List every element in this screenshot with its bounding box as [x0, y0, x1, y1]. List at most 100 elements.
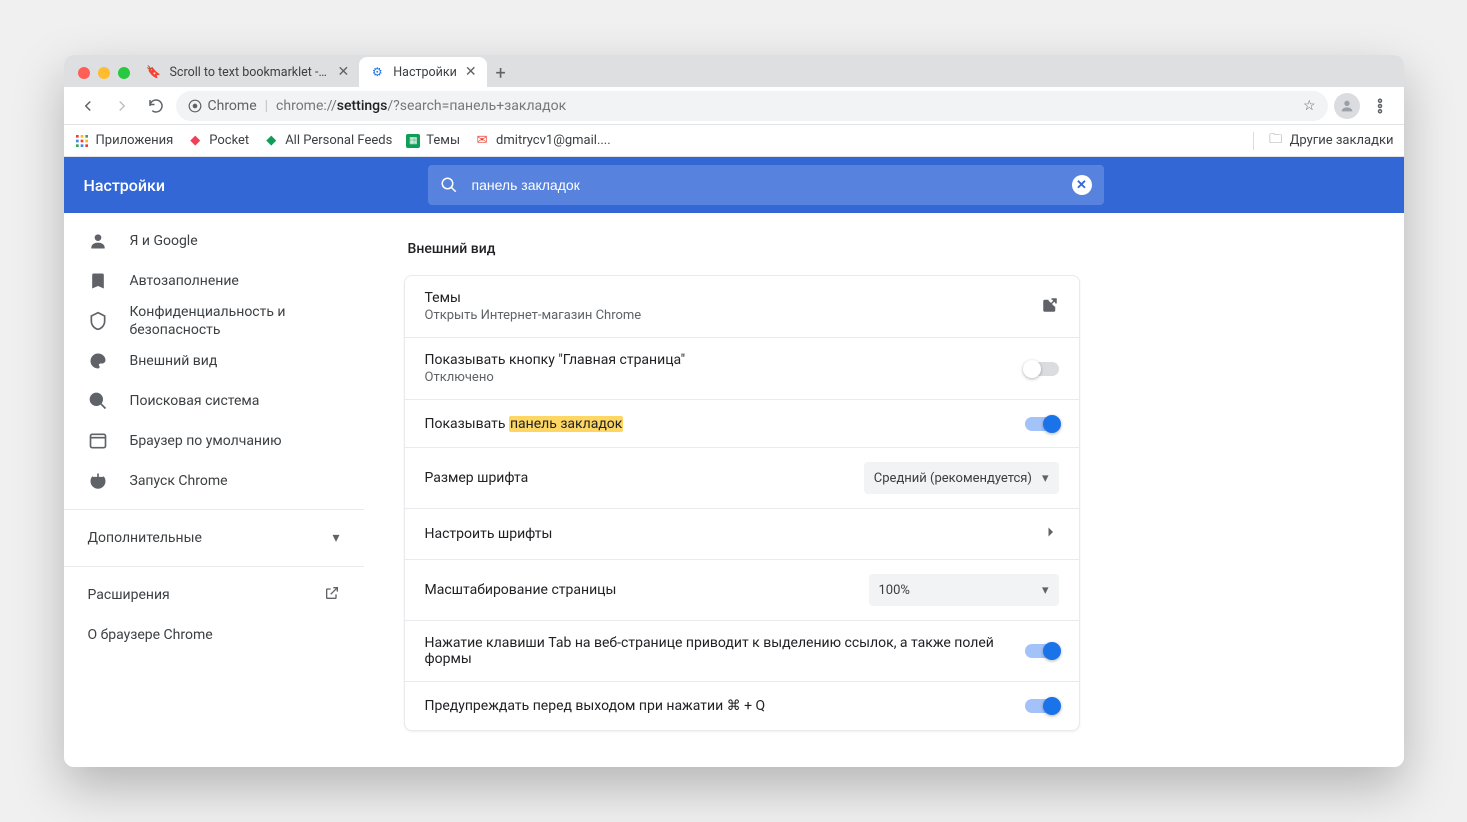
row-title: Предупреждать перед выходом при нажатии … — [425, 698, 1009, 714]
bookmark-label: Приложения — [96, 133, 174, 148]
palette-icon — [88, 351, 108, 371]
sidebar-item-search[interactable]: Поисковая система — [64, 381, 364, 421]
settings-header: Настройки ✕ — [64, 157, 1404, 213]
person-icon — [88, 231, 108, 251]
warn-quit-toggle[interactable] — [1025, 699, 1059, 713]
pocket-icon: ◆ — [187, 133, 203, 149]
sidebar-label: Внешний вид — [130, 353, 218, 369]
sidebar-extensions[interactable]: Расширения — [64, 575, 364, 615]
row-title: Размер шрифта — [425, 470, 848, 486]
sidebar-item-autofill[interactable]: Автозаполнение — [64, 261, 364, 301]
close-window-button[interactable] — [78, 67, 90, 79]
row-title: Масштабирование страницы — [425, 582, 853, 598]
chevron-down-icon: ▾ — [1042, 583, 1049, 598]
power-icon — [88, 471, 108, 491]
row-bookmarks-bar: Показывать панель закладок — [405, 400, 1079, 448]
bookmarks-bar-toggle[interactable] — [1025, 417, 1059, 431]
bookmark-pocket[interactable]: ◆Pocket — [187, 133, 249, 149]
close-tab-icon[interactable]: ✕ — [465, 64, 477, 80]
settings-favicon-icon: ⚙ — [369, 64, 385, 80]
sidebar-label: Запуск Chrome — [130, 473, 228, 489]
minimize-window-button[interactable] — [98, 67, 110, 79]
settings-body: Я и Google Автозаполнение Конфиденциальн… — [64, 213, 1404, 767]
section-title: Внешний вид — [408, 241, 1364, 257]
maximize-window-button[interactable] — [118, 67, 130, 79]
row-title: Показывать кнопку "Главная страница" — [425, 352, 1009, 368]
sidebar-label: Автозаполнение — [130, 273, 239, 289]
apps-shortcut[interactable]: Приложения — [74, 133, 174, 149]
row-themes[interactable]: Темы Открыть Интернет-магазин Chrome — [405, 276, 1079, 338]
chevron-down-icon: ▾ — [332, 530, 339, 546]
bookmark-gmail[interactable]: ✉dmitrycv1@gmail.... — [474, 133, 611, 149]
chip-label: Chrome — [208, 98, 257, 114]
sidebar-label: Конфиденциальность и безопасность — [130, 303, 340, 339]
reload-button[interactable] — [142, 92, 170, 120]
row-tab-highlight: Нажатие клавиши Tab на веб-странице прив… — [405, 621, 1079, 682]
row-custom-fonts[interactable]: Настроить шрифты — [405, 509, 1079, 560]
sidebar-item-startup[interactable]: Запуск Chrome — [64, 461, 364, 501]
font-size-select[interactable]: Средний (рекомендуется) ▾ — [864, 462, 1059, 494]
new-tab-button[interactable]: + — [487, 59, 515, 87]
sidebar-item-you-and-google[interactable]: Я и Google — [64, 221, 364, 261]
divider — [1253, 132, 1254, 150]
sidebar-label: О браузере Chrome — [88, 627, 213, 643]
menu-button[interactable] — [1366, 92, 1394, 120]
sheets-icon: ▦ — [406, 134, 420, 148]
titlebar: 🔖 Scroll to text bookmarklet - Mo ✕ ⚙ На… — [64, 55, 1404, 87]
sidebar-divider — [64, 509, 364, 510]
settings-search[interactable]: ✕ — [428, 165, 1104, 205]
clear-search-button[interactable]: ✕ — [1072, 175, 1092, 195]
other-bookmarks[interactable]: 🗀 Другие закладки — [1268, 133, 1394, 149]
settings-title: Настройки — [84, 176, 404, 195]
settings-app: Настройки ✕ Я и Google Автозаполнение Ко… — [64, 157, 1404, 767]
sidebar-divider — [64, 566, 364, 567]
sidebar-item-appearance[interactable]: Внешний вид — [64, 341, 364, 381]
separator: | — [265, 98, 268, 114]
tab-strip: 🔖 Scroll to text bookmarklet - Mo ✕ ⚙ На… — [136, 55, 515, 87]
select-value: Средний (рекомендуется) — [874, 471, 1032, 486]
sidebar-label: Дополнительные — [88, 530, 202, 546]
address-bar[interactable]: Chrome | chrome://settings/?search=панел… — [176, 91, 1328, 121]
back-button[interactable] — [74, 92, 102, 120]
sidebar-label: Я и Google — [130, 233, 198, 249]
close-tab-icon[interactable]: ✕ — [338, 64, 350, 80]
bookmark-star-icon[interactable]: ☆ — [1303, 98, 1316, 114]
tab-highlight-toggle[interactable] — [1025, 644, 1059, 658]
tab-title: Scroll to text bookmarklet - Mo — [170, 65, 330, 80]
row-subtitle: Отключено — [425, 370, 1009, 385]
home-button-toggle[interactable] — [1025, 362, 1059, 376]
external-link-icon — [324, 585, 340, 605]
toolbar: Chrome | chrome://settings/?search=панел… — [64, 87, 1404, 125]
tab-1[interactable]: 🔖 Scroll to text bookmarklet - Mo ✕ — [136, 57, 360, 87]
bookmark-label: Другие закладки — [1290, 133, 1394, 148]
folder-icon: 🗀 — [1268, 133, 1284, 149]
browser-icon — [88, 431, 108, 451]
page-zoom-select[interactable]: 100% ▾ — [869, 574, 1059, 606]
settings-content: Внешний вид Темы Открыть Интернет-магази… — [364, 213, 1404, 767]
sidebar-item-privacy[interactable]: Конфиденциальность и безопасность — [64, 301, 364, 341]
row-title: Настроить шрифты — [425, 526, 1025, 542]
bookmark-feeds[interactable]: ◆All Personal Feeds — [263, 133, 392, 149]
row-font-size: Размер шрифта Средний (рекомендуется) ▾ — [405, 448, 1079, 509]
sidebar-about[interactable]: О браузере Chrome — [64, 615, 364, 655]
window-controls — [78, 67, 130, 79]
sidebar-label: Расширения — [88, 587, 170, 603]
sidebar-item-default-browser[interactable]: Браузер по умолчанию — [64, 421, 364, 461]
tab-2-active[interactable]: ⚙ Настройки ✕ — [359, 57, 486, 87]
search-icon — [440, 176, 458, 194]
bookmark-label: Темы — [426, 133, 460, 148]
row-subtitle: Открыть Интернет-магазин Chrome — [425, 308, 1025, 323]
sidebar-label: Поисковая система — [130, 393, 260, 409]
chevron-down-icon: ▾ — [1042, 471, 1049, 486]
apps-icon — [74, 133, 90, 149]
forward-button[interactable] — [108, 92, 136, 120]
select-value: 100% — [879, 583, 910, 598]
profile-avatar[interactable] — [1334, 93, 1360, 119]
bookmark-label: dmitrycv1@gmail.... — [496, 133, 611, 148]
tab-title: Настройки — [393, 65, 457, 80]
chrome-chip: Chrome — [188, 98, 257, 114]
url-text: chrome://settings/?search=панель+закладо… — [276, 98, 566, 114]
bookmark-themes[interactable]: ▦ Темы — [406, 133, 460, 148]
sidebar-advanced[interactable]: Дополнительные ▾ — [64, 518, 364, 558]
search-input[interactable] — [472, 177, 1058, 193]
